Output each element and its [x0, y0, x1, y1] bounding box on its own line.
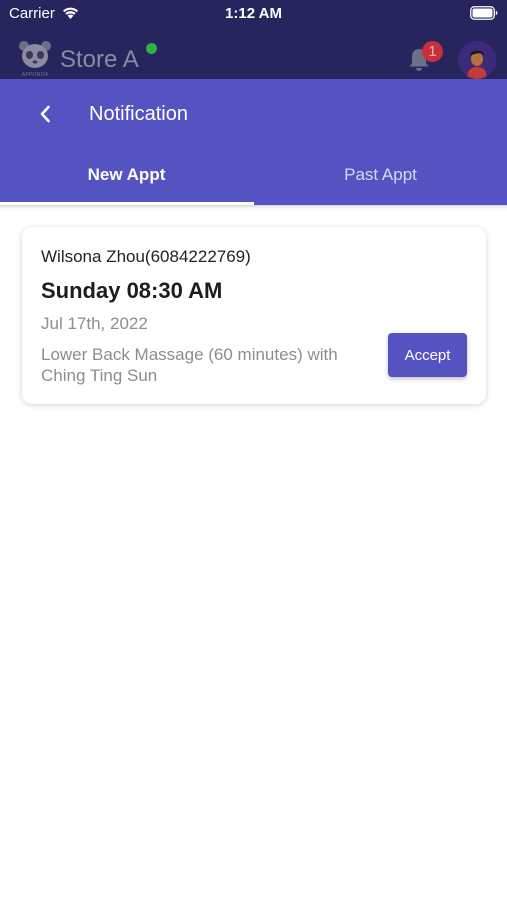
- back-button[interactable]: [30, 99, 60, 129]
- clock: 1:12 AM: [225, 5, 282, 22]
- status-bar: Carrier 1:12 AM: [0, 0, 507, 28]
- avatar[interactable]: [458, 41, 496, 79]
- appointment-date: Jul 17th, 2022: [41, 314, 148, 333]
- tab-past-appt[interactable]: Past Appt: [254, 149, 507, 205]
- appointment-service: Lower Back Massage (60 minutes) with Chi…: [41, 345, 338, 385]
- accept-button[interactable]: Accept: [388, 333, 467, 377]
- panda-logo-icon: APPONDA: [19, 41, 51, 78]
- page-title: Notification: [89, 103, 188, 125]
- tab-new-appt[interactable]: New Appt: [0, 149, 253, 205]
- appointment-tabs: New Appt Past Appt: [0, 149, 507, 205]
- user-avatar-icon: [458, 41, 496, 79]
- client-name: Wilsona Zhou(6084222769): [41, 247, 251, 266]
- appointment-time: Sunday 08:30 AM: [41, 278, 223, 303]
- header-shadow: [0, 205, 507, 209]
- app-header: APPONDA Store A 1: [0, 36, 507, 79]
- notification-badge: 1: [422, 41, 443, 62]
- chevron-left-icon: [40, 105, 50, 123]
- appointment-card: Wilsona Zhou(6084222769) Sunday 08:30 AM…: [22, 227, 486, 404]
- online-status-dot: [146, 43, 157, 54]
- notification-header: Notification New Appt Past Appt: [0, 79, 507, 205]
- store-name: Store A: [60, 46, 139, 73]
- battery-icon: [470, 6, 498, 20]
- logo-text: APPONDA: [22, 72, 49, 78]
